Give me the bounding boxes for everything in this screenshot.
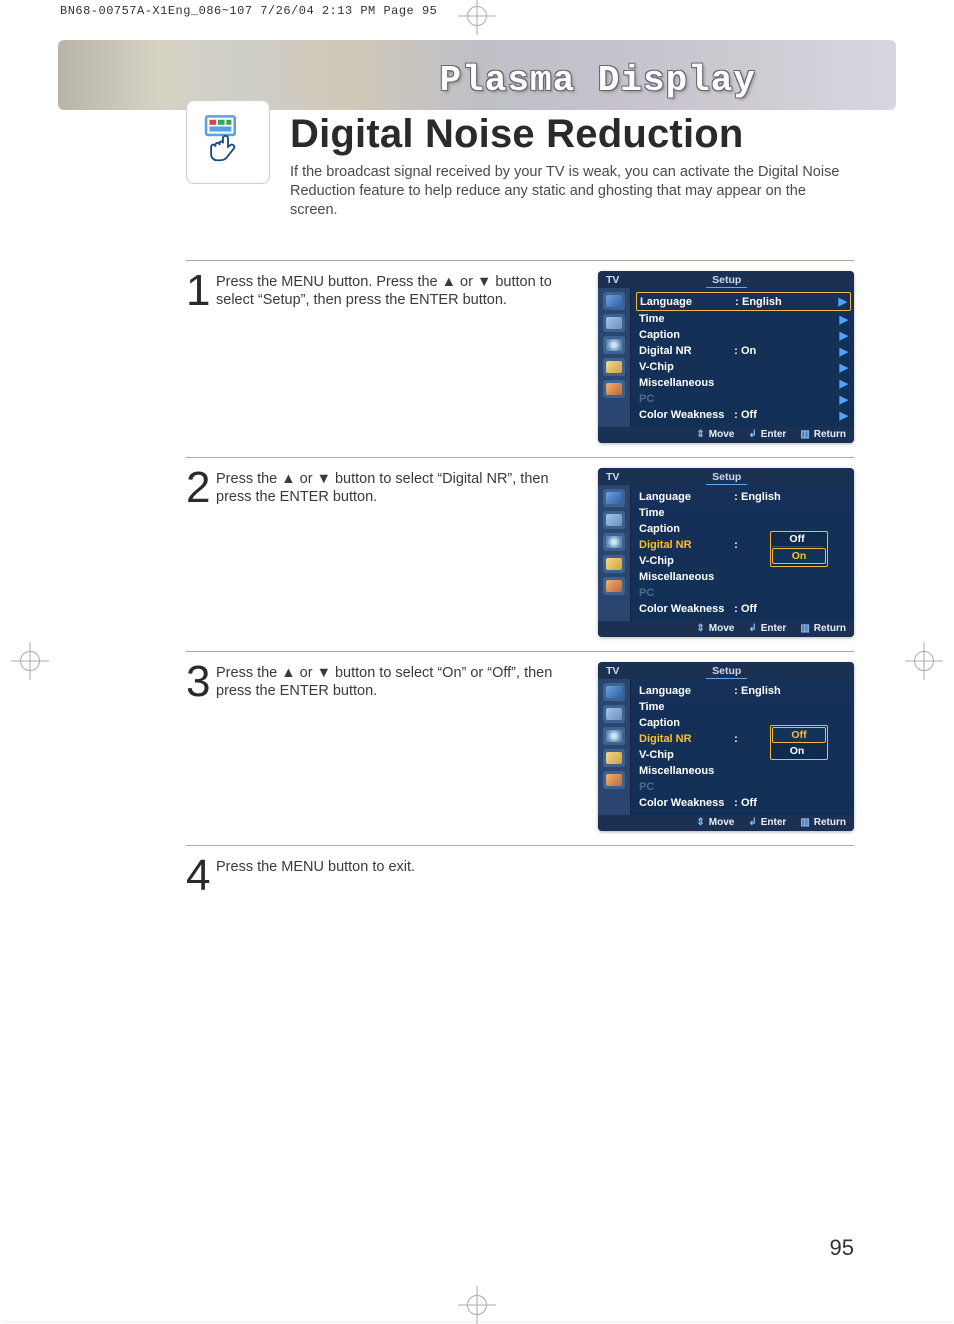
- osd-option-popup: Off On: [770, 531, 828, 567]
- page: BN68-00757A-X1Eng_086~107 7/26/04 2:13 P…: [0, 0, 954, 1321]
- step-text: Press the MENU button. Press the ▲ or ▼ …: [216, 271, 556, 443]
- tab-icon: [603, 336, 625, 354]
- return-icon: ▥: [800, 429, 809, 440]
- osd-option-on: On: [771, 744, 823, 758]
- osd-footer: ⇕Move ↲Enter ▥Return: [598, 427, 854, 443]
- osd-option-on-selected: On: [772, 548, 826, 564]
- step-number: 2: [186, 468, 216, 637]
- tab-icon: [603, 727, 625, 745]
- osd-item-language: Language:English▶: [636, 292, 851, 311]
- osd-item-pc: PC▶: [639, 391, 848, 407]
- step-2: 2 Press the ▲ or ▼ button to select “Dig…: [186, 457, 854, 651]
- osd-item-language: Language:English: [639, 489, 848, 505]
- osd-header-left: TV: [606, 665, 619, 677]
- osd-tab-icons: [598, 288, 631, 427]
- return-icon: ▥: [800, 623, 809, 634]
- osd-option-off-selected: Off: [772, 727, 826, 743]
- step-number: 3: [186, 662, 216, 831]
- return-icon: ▥: [800, 817, 809, 828]
- updown-icon: ⇕: [696, 429, 704, 440]
- step-text: Press the ▲ or ▼ button to select “On” o…: [216, 662, 556, 831]
- osd-item-time: Time: [639, 699, 848, 715]
- updown-icon: ⇕: [696, 623, 704, 634]
- osd-item-misc: Miscellaneous: [639, 569, 848, 585]
- crop-mark-top: [467, 6, 487, 26]
- tab-icon: [603, 749, 625, 767]
- steps-list: 1 Press the MENU button. Press the ▲ or …: [186, 260, 854, 910]
- osd-item-caption: Caption▶: [639, 327, 848, 343]
- title-block: Digital Noise Reduction If the broadcast…: [290, 112, 854, 220]
- tab-icon: [603, 683, 625, 701]
- crop-mark-right: [914, 651, 934, 671]
- osd-screenshot-1: TV Setup Language:English: [598, 271, 854, 443]
- step-text: Press the ▲ or ▼ button to select “Digit…: [216, 468, 556, 637]
- osd-item-time: Time▶: [639, 311, 848, 327]
- updown-icon: ⇕: [696, 817, 704, 828]
- osd-header-title: Setup: [712, 471, 741, 483]
- tab-icon: [603, 292, 625, 310]
- step-4: 4 Press the MENU button to exit.: [186, 845, 854, 910]
- tab-icon: [603, 380, 625, 398]
- osd-item-misc: Miscellaneous: [639, 763, 848, 779]
- osd-item-color-weakness: Color Weakness:Off: [639, 795, 848, 811]
- osd-header-left: TV: [606, 471, 619, 483]
- enter-icon: ↲: [748, 817, 756, 828]
- osd-header-title: Setup: [712, 274, 741, 286]
- tab-icon: [603, 358, 625, 376]
- osd-screenshot-2: TV Setup Language:English: [598, 468, 854, 637]
- osd-item-misc: Miscellaneous▶: [639, 375, 848, 391]
- osd-header-title: Setup: [712, 665, 741, 677]
- osd-footer: ⇕Move ↲Enter ▥Return: [598, 815, 854, 831]
- osd-item-digital-nr: Digital NR:On▶: [639, 343, 848, 359]
- enter-icon: ↲: [748, 429, 756, 440]
- print-meta: BN68-00757A-X1Eng_086~107 7/26/04 2:13 P…: [60, 4, 437, 18]
- section-icon-box: [186, 100, 270, 184]
- osd-menu-list: Language:English▶ Time▶ Caption▶ Digital…: [631, 288, 854, 427]
- osd-tab-icons: [598, 679, 631, 815]
- hand-press-icon: [201, 113, 255, 172]
- tab-icon: [603, 511, 625, 529]
- tab-icon: [603, 533, 625, 551]
- step-3: 3 Press the ▲ or ▼ button to select “On”…: [186, 651, 854, 845]
- osd-option-off: Off: [771, 532, 823, 547]
- header-banner: Plasma Display: [58, 40, 896, 110]
- intro-text: If the broadcast signal received by your…: [290, 163, 854, 220]
- osd-tab-icons: [598, 485, 631, 621]
- step-number: 1: [186, 271, 216, 443]
- page-title: Digital Noise Reduction: [290, 112, 854, 157]
- tab-icon: [603, 577, 625, 595]
- enter-icon: ↲: [748, 623, 756, 634]
- page-number: 95: [830, 1235, 854, 1261]
- tab-icon: [603, 771, 625, 789]
- tab-icon: [603, 555, 625, 573]
- step-text: Press the MENU button to exit.: [216, 856, 556, 896]
- step-1: 1 Press the MENU button. Press the ▲ or …: [186, 260, 854, 457]
- osd-item-color-weakness: Color Weakness:Off: [639, 601, 848, 617]
- osd-item-color-weakness: Color Weakness:Off▶: [639, 407, 848, 423]
- osd-footer: ⇕Move ↲Enter ▥Return: [598, 621, 854, 637]
- step-number: 4: [186, 856, 216, 896]
- tab-icon: [603, 489, 625, 507]
- osd-item-vchip: V-Chip▶: [639, 359, 848, 375]
- osd-item-time: Time: [639, 505, 848, 521]
- tab-icon: [603, 314, 625, 332]
- product-line-title: Plasma Display: [440, 60, 756, 101]
- osd-item-language: Language:English: [639, 683, 848, 699]
- crop-mark-left: [20, 651, 40, 671]
- osd-item-pc: PC: [639, 585, 848, 601]
- osd-option-popup: Off On: [770, 725, 828, 760]
- crop-mark-bottom: [467, 1295, 487, 1315]
- osd-screenshot-3: TV Setup Language:English: [598, 662, 854, 831]
- tab-icon: [603, 705, 625, 723]
- osd-item-pc: PC: [639, 779, 848, 795]
- osd-header-left: TV: [606, 274, 619, 286]
